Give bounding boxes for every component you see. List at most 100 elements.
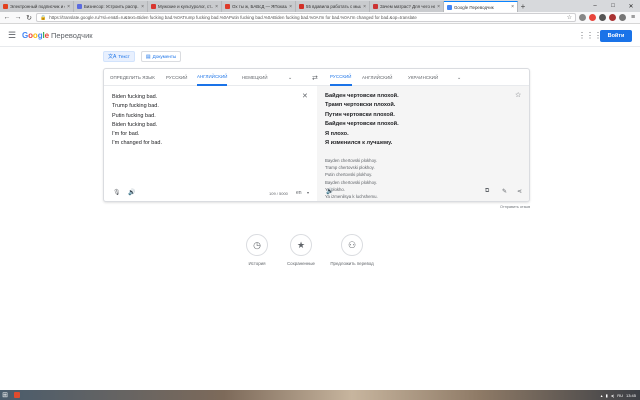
action-label: Сохраненные [287,261,315,266]
reload-icon[interactable]: ↻ [25,14,33,22]
system-tray: ▴ ▮ ◂) RU 13:45 [601,393,640,398]
tab-favicon [299,4,304,9]
browser-tab[interactable]: Электронный подписчик и с... × [0,1,74,12]
chevron-down-icon[interactable]: ▾ [307,190,309,195]
target-lang-russian[interactable]: РУССКИЙ [330,69,352,86]
extension-icon[interactable] [589,14,596,21]
apps-grid-icon[interactable]: ⋮⋮⋮ [578,31,602,40]
tab-favicon [225,4,230,9]
browser-tab[interactable]: Зачем матрас? Для чего нет... × [370,1,444,12]
new-tab-button[interactable]: + [518,1,528,12]
extension-icon[interactable] [609,14,616,21]
minimize-icon[interactable]: – [586,0,604,12]
microphone-icon[interactable]: 🎙 [113,189,121,196]
source-lang-russian[interactable]: РУССКИЙ [166,69,188,86]
source-line: Biden fucking bad. [112,121,158,128]
source-line: I'm for bad. [112,131,140,138]
clock[interactable]: 13:45 [626,393,636,398]
source-lang-detect[interactable]: ОПРЕДЕЛИТЬ ЯЗЫК [110,69,155,86]
target-panel: Байден чертовски плохой. Трамп чертовски… [317,86,529,201]
contribute-action[interactable]: ⚇ Предложить перевод [322,234,382,266]
tab-favicon [373,4,378,9]
chevron-down-icon[interactable]: ⌄ [457,69,461,86]
translation-line: Байден чертовски плохой. [325,93,399,99]
close-icon[interactable]: × [437,4,440,10]
clear-text-icon[interactable]: ✕ [302,92,308,100]
tab-label: Текст [118,54,130,59]
star-icon[interactable]: ★ [290,234,312,256]
window-controls: – □ ✕ [586,0,640,12]
translation-line: Я плохо. [325,130,349,137]
tab-favicon [77,4,82,9]
extension-icon[interactable] [579,14,586,21]
close-icon[interactable]: × [363,4,366,10]
browser-tab[interactable]: Бизнесор: Устроить распр... × [74,1,148,12]
input-language[interactable]: RU [617,393,623,398]
send-feedback-link[interactable]: Отправить отзыв [500,205,530,209]
swap-languages-icon[interactable]: ⇄ [312,69,318,86]
target-lang-english[interactable]: АНГЛИЙСКИЙ [362,69,392,86]
network-icon[interactable]: ▮ [606,393,608,398]
volume-icon[interactable]: ◂) [611,393,614,398]
forward-icon[interactable]: → [14,14,22,22]
close-icon[interactable]: × [215,4,218,10]
lock-icon: 🔒 [40,14,47,21]
translation-output: Байден чертовски плохой. Трамп чертовски… [325,92,399,148]
tab-title: Бизнесор: Устроить распр... [84,4,140,9]
close-icon[interactable]: × [289,4,292,10]
source-lang-german[interactable]: НЕМЕЦКИЙ [242,69,268,86]
target-lang-ukrainian[interactable]: УКРАИНСКИЙ [408,69,438,86]
tab-favicon [447,4,452,10]
chevron-down-icon[interactable]: ⌄ [288,69,292,86]
hamburger-menu-icon[interactable]: ☰ [8,30,20,41]
close-icon[interactable]: × [141,4,144,10]
browser-tab[interactable]: 55 вдавила работать с мыш... × [296,1,370,12]
action-label: История [248,261,266,266]
transliteration-line: Bayden chertovski plokhoy. [325,179,377,185]
start-menu-icon[interactable]: ⊞ [0,390,10,400]
speaker-icon[interactable]: 🔊 [326,188,333,195]
address-bar[interactable]: 🔒 https://translate.google.ru/?sl=en&tl=… [36,13,576,22]
back-icon[interactable]: ← [3,14,11,22]
keyboard-icon[interactable]: en [296,190,302,196]
source-textarea[interactable]: Biden fucking bad. Trump fucking bad. Pu… [112,93,162,149]
source-line: Trump fucking bad. [112,103,159,110]
close-icon[interactable]: × [67,4,70,10]
tab-title: Мужские и культуролог, ст... [158,4,214,9]
tab-label: Документы [152,54,177,59]
google-logo[interactable]: Google [22,31,49,40]
browser-navbar: ← → ↻ 🔒 https://translate.google.ru/?sl=… [0,12,640,24]
close-icon[interactable]: × [511,4,514,10]
transliteration-line: Bayden chertovski plokhoy. [325,158,377,163]
extension-icon[interactable] [599,14,606,21]
tab-favicon [151,4,156,9]
browser-tab[interactable]: Ох ты ж, БАВсД — ЯПоказать ...× [222,1,296,12]
taskbar-app-icon[interactable] [10,390,24,400]
copy-icon[interactable]: ⧉ [485,188,489,195]
action-label: Предложить перевод [330,261,374,266]
tab-title: Электронный подписчик и с... [10,4,66,9]
browser-tab-active[interactable]: Google Переводчик × [444,1,518,12]
history-icon[interactable]: ◷ [246,234,268,256]
tray-up-arrow-icon[interactable]: ▴ [601,393,603,398]
browser-tab[interactable]: Мужские и культуролог, ст... × [148,1,222,12]
save-translation-star-icon[interactable]: ☆ [515,91,521,99]
menu-icon[interactable]: ≡ [629,14,637,22]
maximize-icon[interactable]: □ [604,0,622,12]
tab-title: Google Переводчик [454,4,494,10]
tab-text[interactable]: 文A Текст [103,51,135,62]
speaker-icon[interactable]: 🔊 [128,189,135,196]
share-icon[interactable]: ⋖ [517,188,522,195]
extension-icon[interactable] [619,14,626,21]
bookmark-star-icon[interactable]: ☆ [567,14,572,21]
source-panel[interactable]: Biden fucking bad. Trump fucking bad. Pu… [104,86,317,201]
tab-title: Зачем матрас? Для чего нет... [380,4,436,9]
close-window-icon[interactable]: ✕ [622,0,640,12]
source-line: I'm changed for bad. [112,140,162,147]
edit-pencil-icon[interactable]: ✎ [502,188,507,195]
browser-tab-strip: Электронный подписчик и с... × Бизнесор: … [0,0,640,12]
source-lang-english[interactable]: АНГЛИЙСКИЙ [197,69,228,86]
tab-documents[interactable]: ▤ Документы [140,51,182,62]
contribute-people-icon[interactable]: ⚇ [341,234,363,256]
sign-in-button[interactable]: Войти [600,29,632,42]
